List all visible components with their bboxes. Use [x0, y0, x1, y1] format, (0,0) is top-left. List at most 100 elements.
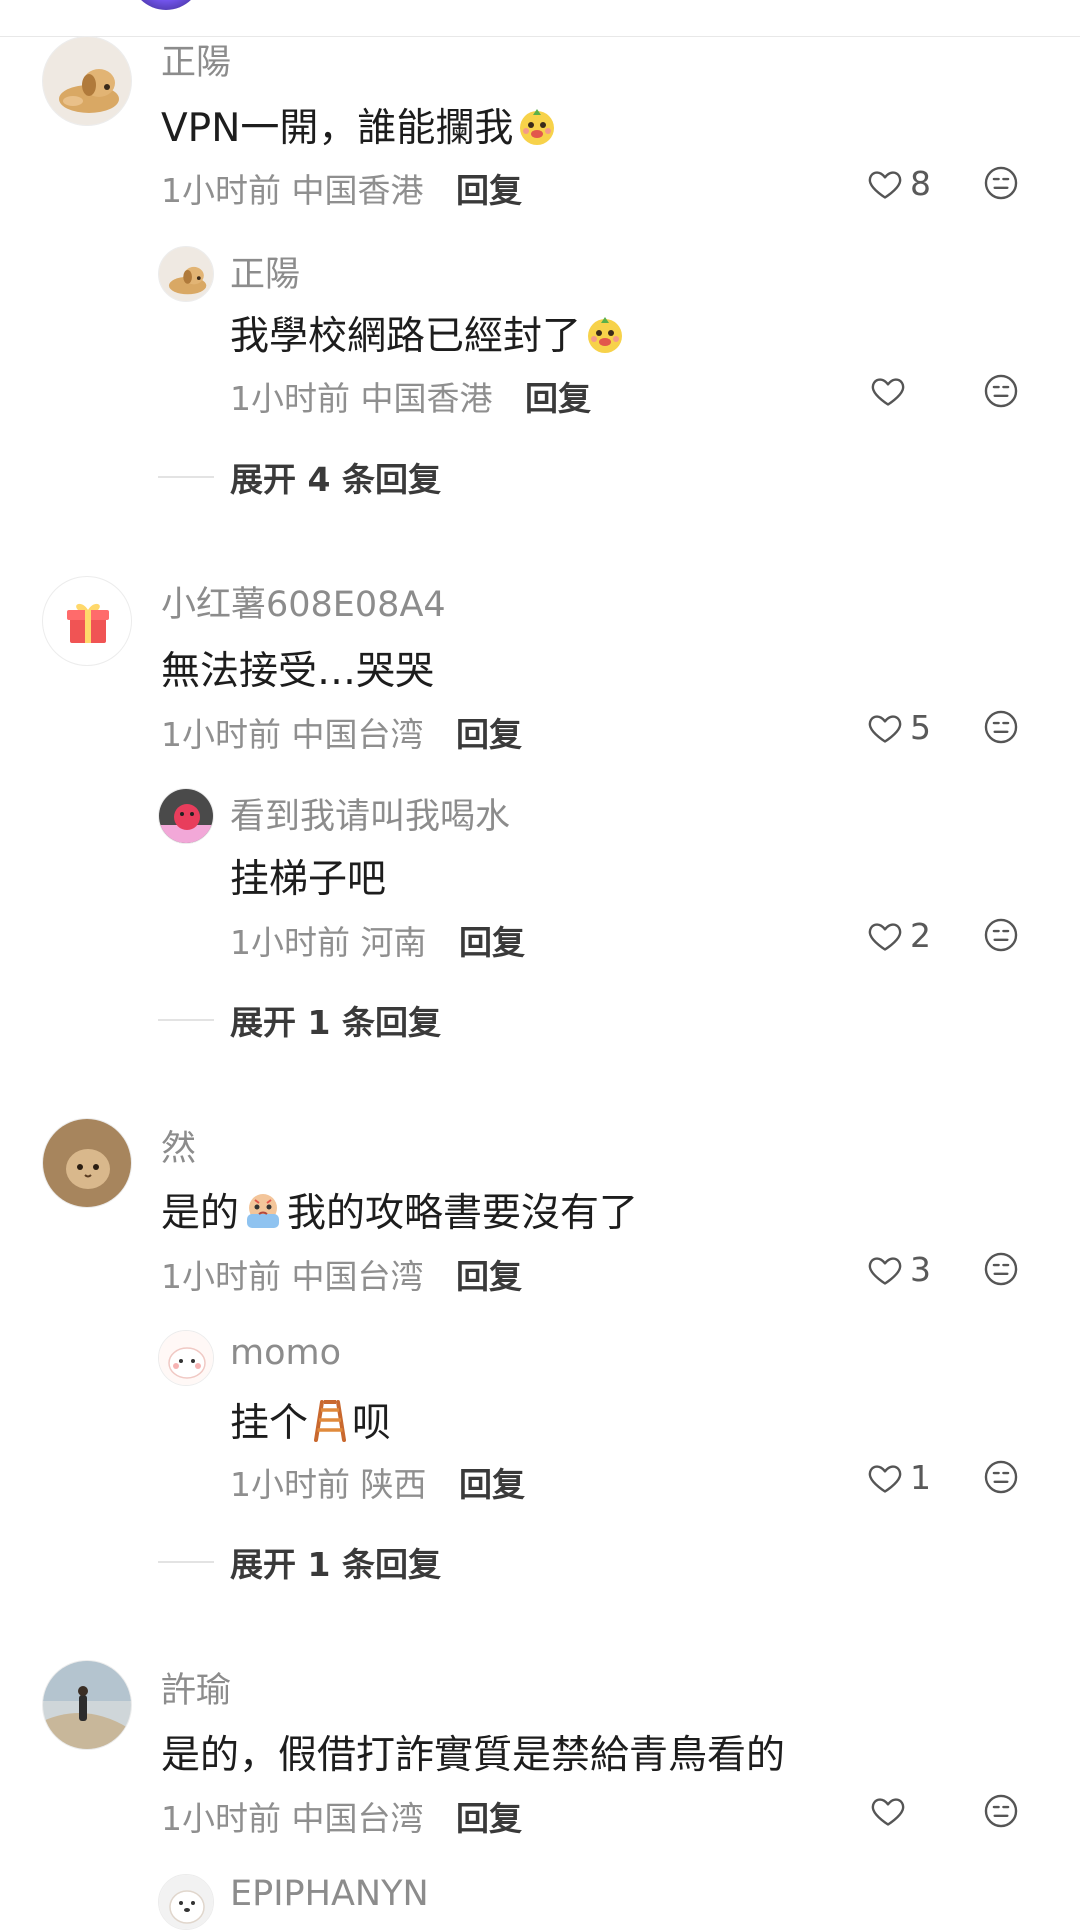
like-count: 2 — [910, 916, 931, 955]
comment-location: 中国台湾 — [291, 715, 424, 754]
like-count: 5 — [910, 708, 931, 747]
comment-time: 1小时前 — [161, 715, 281, 754]
comment-meta: 1小时前 中国香港 回复 — [161, 164, 522, 212]
comment-text-part1: 是的 — [161, 1191, 240, 1236]
expand-replies-button[interactable]: 展开 4 条回复 — [158, 457, 441, 499]
expand-line — [158, 1019, 214, 1021]
reply-author[interactable]: 看到我请叫我喝水 — [230, 788, 510, 839]
reply-avatar-puppy[interactable] — [158, 246, 214, 302]
dislike-button[interactable] — [982, 1250, 1020, 1292]
expand-replies-label: 展开 1 条回复 — [230, 1003, 441, 1042]
meh-face-icon — [984, 710, 1018, 744]
reply-meta: 1小时前 陕西 回复 — [230, 1458, 525, 1506]
comment-author[interactable]: 然 — [161, 1120, 196, 1171]
expand-line — [158, 1561, 214, 1563]
meh-face-icon — [984, 918, 1018, 952]
meh-face-icon — [984, 1252, 1018, 1286]
like-button[interactable] — [869, 372, 907, 410]
heart-icon — [868, 1464, 902, 1493]
expand-replies-label: 展开 4 条回复 — [230, 460, 441, 499]
reply-time: 1小时前 — [230, 923, 350, 962]
reply-button[interactable]: 回复 — [525, 379, 591, 418]
reply-button[interactable]: 回复 — [456, 715, 522, 754]
reply-button[interactable]: 回复 — [456, 1257, 522, 1296]
dislike-button[interactable] — [982, 708, 1020, 750]
like-button[interactable]: 8 — [866, 164, 931, 203]
comment-location: 中国台湾 — [291, 1799, 424, 1838]
sticker-icon — [583, 311, 627, 365]
gift-icon — [67, 603, 109, 643]
partial-avatar[interactable] — [130, 0, 202, 10]
expand-replies-button[interactable]: 展开 1 条回复 — [158, 1000, 441, 1042]
comment-list-screen: 正陽 VPN一開，誰能攔我 1小时前 中国香港 回复 8 正陽 我學校網路已經封… — [0, 0, 1080, 1930]
reply-avatar-seal[interactable] — [158, 1330, 214, 1386]
like-button[interactable]: 3 — [866, 1250, 931, 1289]
like-button[interactable]: 2 — [866, 916, 931, 955]
heart-icon — [871, 1798, 905, 1826]
dislike-button[interactable] — [982, 1792, 1020, 1834]
comment-text: VPN一開，誰能攔我 — [161, 97, 561, 157]
comment-author[interactable]: 正陽 — [161, 34, 231, 85]
like-button[interactable]: 1 — [866, 1458, 931, 1497]
reply-location: 陕西 — [360, 1465, 427, 1504]
reply-time: 1小时前 — [230, 379, 350, 418]
expand-replies-label: 展开 1 条回复 — [230, 1545, 441, 1584]
avatar-gift[interactable] — [42, 576, 132, 666]
reply-text: 挂个呗 — [230, 1392, 391, 1452]
comment-text: 是的 我的攻略書要沒有了 — [161, 1182, 638, 1242]
avatar-person[interactable] — [42, 1660, 132, 1750]
expand-line — [158, 476, 214, 478]
heart-icon — [868, 714, 902, 743]
meh-face-icon — [984, 374, 1018, 408]
heart-icon — [868, 1256, 902, 1285]
reply-button[interactable]: 回复 — [456, 171, 522, 210]
like-button[interactable]: 5 — [866, 708, 931, 747]
crying-sticker-icon — [241, 1188, 285, 1242]
comment-location: 中国香港 — [291, 171, 424, 210]
reply-avatar-dog[interactable] — [158, 1874, 214, 1930]
dislike-button[interactable] — [982, 916, 1020, 958]
sticker-icon — [515, 103, 559, 157]
reply-text: 挂梯子吧 — [230, 857, 387, 902]
reply-location: 中国香港 — [360, 379, 493, 418]
heart-icon — [871, 378, 905, 406]
meh-face-icon — [984, 166, 1018, 200]
puppy-avatar-icon — [43, 37, 131, 125]
dislike-button[interactable] — [982, 1458, 1020, 1500]
reply-author[interactable]: momo — [230, 1333, 341, 1373]
reply-avatar-pink-bird[interactable] — [158, 788, 214, 844]
comment-text-content: VPN一開，誰能攔我 — [161, 106, 514, 151]
reply-meta: 1小时前 中国香港 回复 — [230, 372, 591, 420]
reply-time: 1小时前 — [230, 1465, 350, 1504]
heart-icon — [868, 170, 902, 199]
reply-text-part1: 挂个 — [230, 1401, 309, 1446]
comment-time: 1小时前 — [161, 1799, 281, 1838]
dog-avatar-icon — [159, 1875, 213, 1929]
reply-text-content: 我學校網路已經封了 — [230, 314, 582, 359]
avatar-cat[interactable] — [42, 1118, 132, 1208]
meh-face-icon — [984, 1460, 1018, 1494]
comment-text-part2: 我的攻略書要沒有了 — [287, 1191, 639, 1236]
heart-icon — [868, 922, 902, 951]
reply-button[interactable]: 回复 — [456, 1799, 522, 1838]
comment-author[interactable]: 許瑜 — [161, 1662, 231, 1713]
comment-meta: 1小时前 中国台湾 回复 — [161, 1250, 522, 1298]
reply-author[interactable]: EPIPHANYN — [230, 1874, 429, 1914]
comment-meta: 1小时前 中国台湾 回复 — [161, 1792, 522, 1840]
avatar-puppy[interactable] — [42, 36, 132, 126]
dislike-button[interactable] — [982, 372, 1020, 414]
dislike-button[interactable] — [982, 164, 1020, 206]
reply-button[interactable]: 回复 — [459, 923, 525, 962]
ladder-icon — [310, 1398, 350, 1452]
expand-replies-button[interactable]: 展开 1 条回复 — [158, 1542, 441, 1584]
pink-bird-avatar-icon — [159, 789, 213, 843]
reply-author[interactable]: 正陽 — [230, 246, 300, 297]
reply-location: 河南 — [360, 923, 427, 962]
reply-text: 我學校網路已經封了 — [230, 305, 629, 365]
reply-button[interactable]: 回复 — [459, 1465, 525, 1504]
seal-avatar-icon — [159, 1331, 213, 1385]
like-count: 1 — [910, 1458, 931, 1497]
like-button[interactable] — [869, 1792, 907, 1830]
comment-author[interactable]: 小红薯608E08A4 — [161, 576, 446, 627]
reply-text-part2: 呗 — [352, 1401, 392, 1446]
